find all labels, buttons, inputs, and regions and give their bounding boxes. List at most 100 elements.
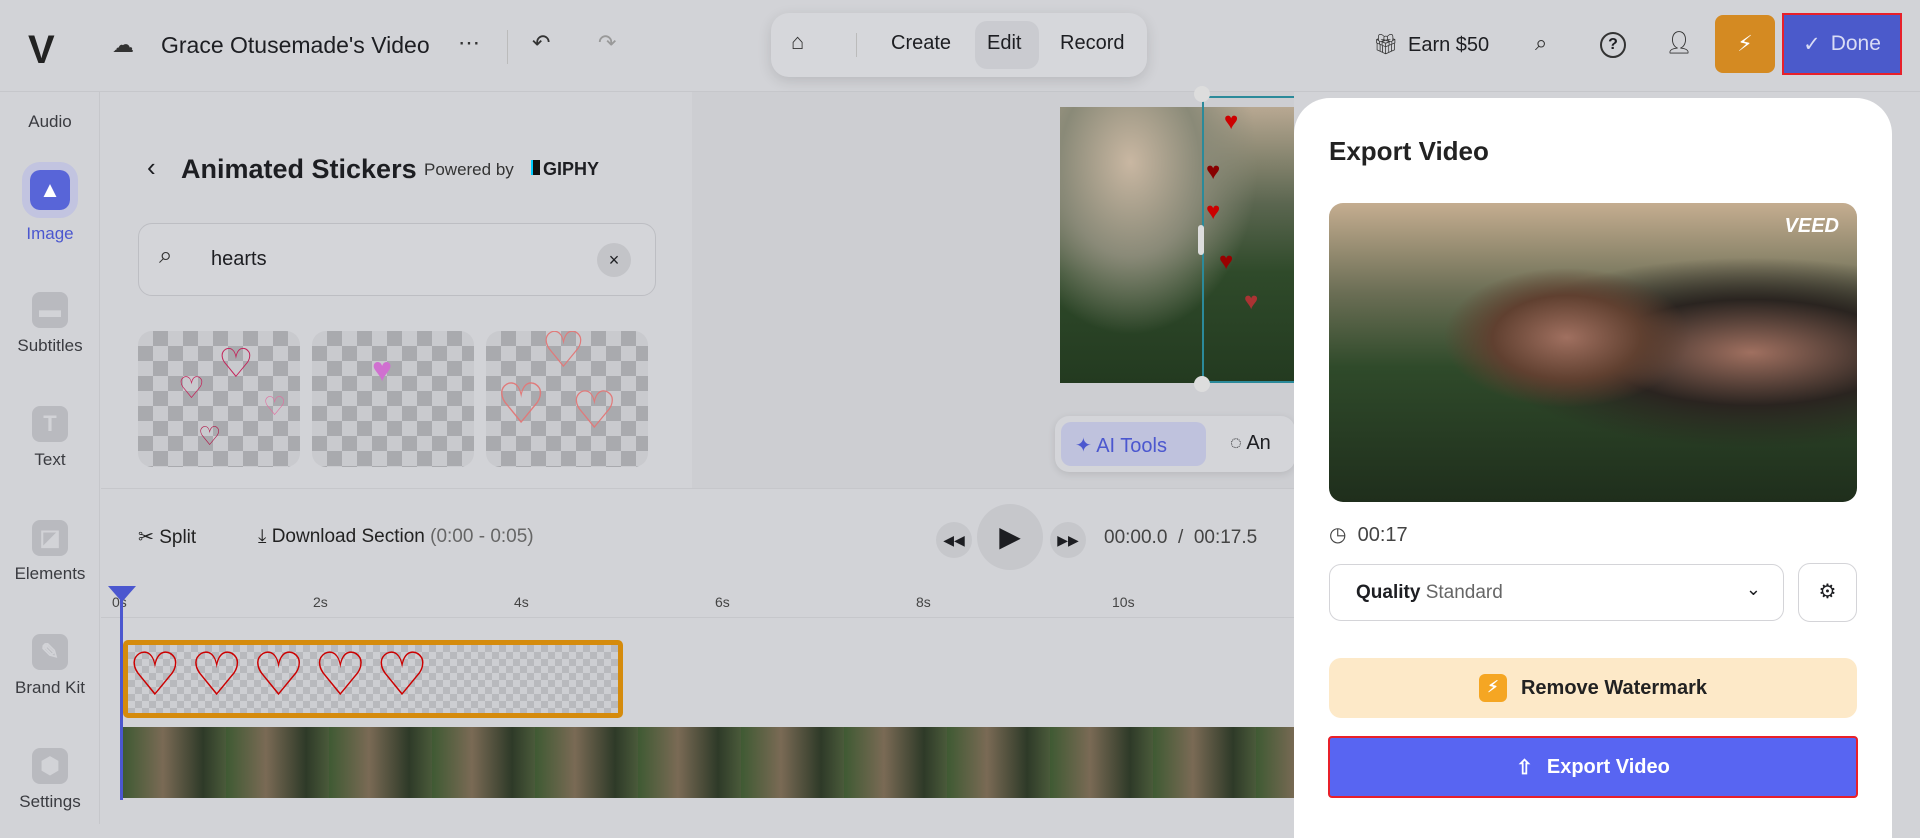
ai-tools-button[interactable]: ✦ AI Tools — [1061, 422, 1206, 466]
veed-watermark: VEED — [1784, 215, 1839, 237]
panel-title: Animated Stickers — [181, 154, 417, 184]
sticker-tile[interactable]: ♥ — [312, 331, 474, 467]
back-button[interactable]: ‹ — [147, 152, 156, 183]
rewind-button[interactable]: ◀◀ — [936, 522, 972, 558]
resize-handle[interactable] — [1194, 376, 1210, 392]
undo-button[interactable]: ↶ — [532, 30, 550, 56]
resize-handle[interactable] — [1198, 225, 1204, 255]
sidebar-item-audio[interactable]: Audio — [0, 112, 100, 132]
canvas-toolbar: ✦ AI Tools ◌ An — [1055, 416, 1295, 472]
earn-button[interactable]: Earn $50 — [1408, 34, 1489, 57]
export-title: Export Video — [1329, 136, 1489, 166]
sidebar-item-image[interactable]: ▲ Image — [0, 162, 100, 243]
advanced-settings-button[interactable]: ⚙︎ — [1798, 563, 1857, 622]
sticker-selection-box[interactable]: ♥ ♥ ♥ ♥ ♥ — [1202, 96, 1294, 383]
divider — [856, 33, 857, 57]
tick-label: 6s — [715, 594, 730, 610]
giphy-logo: GIPHY — [531, 159, 599, 180]
remove-watermark-label: Remove Watermark — [1520, 676, 1707, 699]
lightning-icon: ⚡︎ — [1737, 31, 1753, 56]
tick-label: 10s — [1112, 594, 1135, 610]
playhead-handle[interactable] — [108, 586, 136, 602]
heart-sticker: ♥ — [1224, 108, 1239, 135]
done-button[interactable]: ✓ Done — [1782, 13, 1902, 75]
help-button[interactable]: ? — [1600, 32, 1626, 58]
sidebar-item-label: Elements — [14, 564, 86, 583]
powered-by-label: Powered by — [424, 160, 514, 179]
scrollbar-track[interactable] — [1894, 92, 1920, 824]
search-icon: ⌕ — [159, 242, 173, 269]
sticker-tile[interactable]: ♡ ♡ ♡ ♡ — [138, 331, 300, 467]
export-video-button[interactable]: ⇧ Export Video — [1328, 736, 1858, 798]
heart-sticker: ♥ — [1244, 288, 1259, 315]
search-button[interactable]: ⌕ — [1535, 30, 1547, 56]
separator: / — [1177, 527, 1184, 548]
download-icon: ⤓ — [258, 526, 267, 547]
sparkle-icon: ✦ — [1075, 435, 1092, 457]
upload-icon: ⇧ — [1516, 756, 1533, 779]
download-label: Download Section — [271, 526, 425, 547]
animate-button[interactable]: ◌ An — [1230, 432, 1271, 455]
done-label: Done — [1830, 32, 1881, 55]
sidebar-item-settings[interactable]: ⬢ Settings — [0, 748, 100, 812]
download-section-button[interactable]: ⤓ Download Section (0:00 - 0:05) — [258, 526, 534, 548]
mode-switcher: ⌂ Create Edit Record — [771, 13, 1147, 77]
veed-logo[interactable]: V — [28, 28, 55, 73]
play-button[interactable]: ▶ — [977, 504, 1043, 570]
image-icon: ▲ — [22, 162, 78, 218]
video-track-clip[interactable] — [123, 727, 1294, 798]
resize-handle[interactable] — [1194, 86, 1210, 102]
export-video-label: Export Video — [1546, 755, 1670, 778]
clear-search-button[interactable]: × — [597, 243, 631, 277]
invite-user-button[interactable]: 👤︎ — [1665, 30, 1693, 56]
upgrade-button[interactable]: ⚡︎ — [1715, 15, 1775, 73]
check-icon: ✓ — [1803, 32, 1821, 56]
duration: ◷ 00:17 — [1329, 522, 1408, 547]
time-readout: 00:00.0 / 00:17.5 — [1104, 527, 1257, 549]
sidebar-item-text[interactable]: T Text — [0, 406, 100, 470]
remove-watermark-button[interactable]: ⚡︎ Remove Watermark — [1329, 658, 1857, 718]
clock-icon: ◷ — [1329, 524, 1347, 546]
tab-edit[interactable]: Edit — [987, 32, 1021, 55]
elements-icon: ◪ — [32, 520, 68, 556]
redo-button[interactable]: ↷ — [598, 30, 616, 56]
divider — [101, 617, 1294, 618]
quality-select[interactable]: Quality Standard ⌄ — [1329, 564, 1784, 621]
more-options-button[interactable]: ⋯ — [458, 30, 480, 56]
sliders-icon: ⚙︎ — [1818, 581, 1837, 603]
quality-label: Quality — [1356, 582, 1421, 603]
divider — [507, 30, 508, 64]
section-range: (0:00 - 0:05) — [430, 526, 534, 547]
project-title[interactable]: Grace Otusemade's Video — [161, 32, 436, 59]
tick-label: 2s — [313, 594, 328, 610]
tab-record[interactable]: Record — [1060, 32, 1124, 55]
sticker-track-clip[interactable]: ♡♡♡♡♡ — [123, 640, 623, 718]
sidebar-item-brand-kit[interactable]: ✎ Brand Kit — [0, 634, 100, 698]
fast-forward-button[interactable]: ▶▶ — [1050, 522, 1086, 558]
chevron-down-icon: ⌄ — [1745, 579, 1761, 599]
text-icon: T — [32, 406, 68, 442]
export-preview: VEED — [1329, 203, 1857, 502]
gift-icon: 🎁︎ — [1373, 34, 1399, 56]
sidebar-item-label: Image — [26, 224, 74, 243]
cloud-saved-icon: ☁ — [112, 32, 134, 57]
sticker-tile[interactable]: ♡ ♡ ♡ — [486, 331, 648, 467]
heart-sticker: ♥ — [1206, 198, 1221, 225]
quality-value: Standard — [1425, 582, 1503, 603]
sidebar-item-label: Audio — [28, 112, 72, 131]
sidebar-item-elements[interactable]: ◪ Elements — [0, 520, 100, 584]
export-panel: Export Video VEED ◷ 00:17 Quality Standa… — [1294, 98, 1892, 838]
sidebar-item-subtitles[interactable]: ▬ Subtitles — [0, 292, 100, 356]
heart-sticker: ♥ — [1206, 158, 1221, 185]
sidebar-item-label: Brand Kit — [15, 678, 85, 697]
split-label: Split — [159, 527, 197, 548]
sidebar-item-label: Settings — [19, 792, 81, 811]
playhead[interactable] — [120, 588, 123, 800]
tab-create[interactable]: Create — [891, 32, 951, 55]
current-time: 00:00.0 — [1104, 527, 1168, 548]
tick-label: 4s — [514, 594, 529, 610]
home-button[interactable]: ⌂ — [791, 29, 804, 55]
split-button[interactable]: ✂ Split — [138, 526, 196, 549]
sticker-search-input[interactable]: ⌕ hearts × — [138, 223, 656, 296]
duration-value: 00:17 — [1357, 524, 1408, 546]
